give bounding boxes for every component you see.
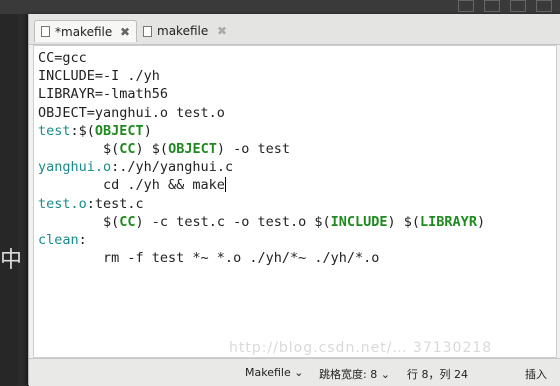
code-line: INCLUDE=-I ./yh bbox=[38, 67, 556, 85]
tab-width-selector[interactable]: 跳格宽度: 8 ⌄ bbox=[319, 366, 390, 382]
code-token: OBJECT=yanghui.o test.o bbox=[38, 104, 225, 121]
code-token: CC bbox=[119, 140, 136, 157]
code-token: yanghui.o bbox=[38, 159, 112, 176]
code-token: test bbox=[38, 122, 71, 139]
background-glyph: 中 bbox=[0, 248, 23, 273]
code-token: ) -c test.c -o test.o $( bbox=[135, 213, 331, 230]
code-token: :test.c bbox=[86, 195, 144, 212]
tab-makefile[interactable]: makefile ✖ bbox=[137, 20, 233, 42]
code-token: CC=gcc bbox=[38, 50, 87, 66]
code-token: ) bbox=[143, 122, 152, 139]
code-token: ) -o test bbox=[216, 140, 290, 157]
code-token: OBJECT bbox=[168, 140, 217, 157]
code-token: OBJECT bbox=[94, 122, 144, 139]
code-token: clean bbox=[38, 231, 79, 248]
tab-label: *makefile bbox=[55, 24, 113, 39]
code-line: test.o:test.c bbox=[38, 195, 556, 213]
code-line: OBJECT=yanghui.o test.o bbox=[38, 104, 556, 122]
watermark: http://blog.csdn.net/… 37130218 bbox=[229, 340, 493, 356]
code-token: :./yh/yanghui.c bbox=[111, 159, 234, 176]
text-caret bbox=[224, 177, 226, 193]
editor-window: *makefile ✖ makefile ✖ CC=gcc INCLUDE=-I … bbox=[28, 14, 560, 386]
code-line: clean: bbox=[38, 231, 556, 249]
code-token: ) $( bbox=[387, 213, 421, 230]
background-toolbar-icons bbox=[458, 0, 552, 12]
file-icon bbox=[143, 25, 152, 37]
code-token: : bbox=[78, 231, 87, 248]
close-icon[interactable]: ✖ bbox=[217, 24, 227, 38]
code-line: yanghui.o:./yh/yanghui.c bbox=[38, 158, 556, 176]
code-token: $( bbox=[38, 213, 120, 230]
code-line: CC=gcc bbox=[38, 49, 556, 67]
code-editor[interactable]: CC=gcc INCLUDE=-I ./yh LIBRAYR=-lmath56 OBJ… bbox=[33, 45, 557, 358]
tab-bar: *makefile ✖ makefile ✖ bbox=[29, 14, 560, 45]
file-icon bbox=[41, 26, 50, 37]
tab-label: makefile bbox=[157, 24, 209, 38]
code-token: rm -f test *~ *.o ./yh/*~ ./yh/*.o bbox=[38, 250, 380, 267]
code-token: :$( bbox=[70, 122, 95, 139]
desktop-left-strip bbox=[0, 14, 18, 385]
close-icon[interactable]: ✖ bbox=[120, 25, 130, 39]
code-line: LIBRAYR=-lmath56 bbox=[38, 85, 556, 103]
code-token: cd ./yh && make bbox=[38, 177, 225, 194]
code-token: ) bbox=[476, 213, 486, 230]
code-token: LIBRAYR bbox=[420, 213, 477, 230]
tab-makefile-modified[interactable]: *makefile ✖ bbox=[34, 20, 137, 42]
code-token: $( bbox=[38, 140, 120, 157]
desktop-top-strip bbox=[0, 0, 560, 14]
code-token: ) $( bbox=[135, 140, 169, 157]
status-bar: Makefile ⌄ 跳格宽度: 8 ⌄ 行 8，列 24 插入 bbox=[29, 358, 560, 386]
code-line: $(CC) -c test.c -o test.o $(INCLUDE) $(L… bbox=[38, 213, 556, 231]
code-token: CC bbox=[119, 213, 136, 230]
code-line: test:$(OBJECT) bbox=[38, 122, 556, 140]
insert-mode-indicator: 插入 bbox=[525, 368, 547, 381]
language-selector[interactable]: Makefile ⌄ bbox=[245, 366, 303, 379]
code-token: LIBRAYR=-lmath56 bbox=[38, 86, 169, 103]
code-line: cd ./yh && make bbox=[38, 176, 556, 194]
code-token: INCLUDE=-I ./yh bbox=[38, 68, 160, 85]
code-line: $(CC) $(OBJECT) -o test bbox=[38, 140, 556, 158]
cursor-position: 行 8，列 24 bbox=[407, 368, 468, 381]
code-token: test.o bbox=[38, 195, 87, 212]
code-token: INCLUDE bbox=[330, 213, 388, 230]
code-line: rm -f test *~ *.o ./yh/*~ ./yh/*.o bbox=[38, 249, 556, 267]
